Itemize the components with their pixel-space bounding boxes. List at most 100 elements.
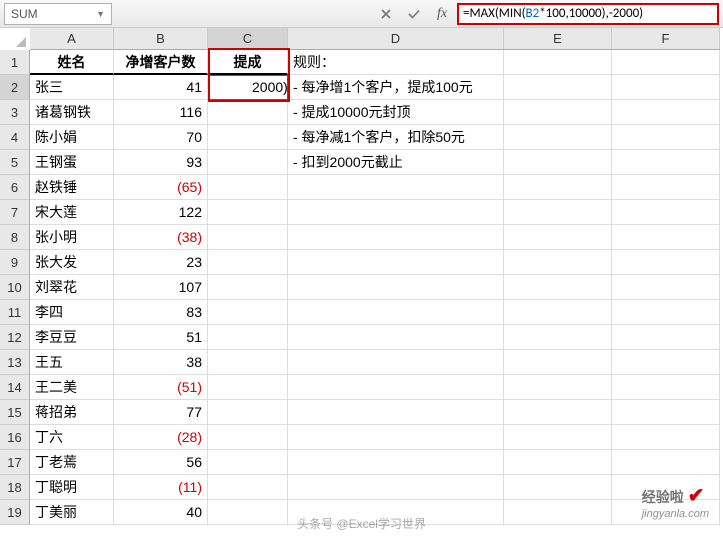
cell-f10[interactable] [612,275,720,300]
row-header-14[interactable]: 14 [0,375,30,400]
cell-name-17[interactable]: 丁老蔫 [30,450,114,475]
cell-bonus-17[interactable] [208,450,288,475]
fx-icon[interactable]: fx [429,6,455,22]
cell-bonus-16[interactable] [208,425,288,450]
cell-bonus-10[interactable] [208,275,288,300]
cell-name-18[interactable]: 丁聪明 [30,475,114,500]
cell-e19[interactable] [504,500,612,525]
row-header-5[interactable]: 5 [0,150,30,175]
cell-rule-13[interactable] [288,350,504,375]
cell-bonus-14[interactable] [208,375,288,400]
cell-bonus-3[interactable] [208,100,288,125]
cell-net-9[interactable]: 23 [114,250,208,275]
cell-rule-15[interactable] [288,400,504,425]
cell-name-15[interactable]: 蒋招弟 [30,400,114,425]
cell-f12[interactable] [612,325,720,350]
cell-rule-12[interactable] [288,325,504,350]
cell-f7[interactable] [612,200,720,225]
col-header-D[interactable]: D [288,28,504,50]
cancel-formula-icon[interactable] [373,3,399,25]
cell-net-8[interactable]: (38) [114,225,208,250]
cell-rule-16[interactable] [288,425,504,450]
cell-net-15[interactable]: 77 [114,400,208,425]
header-net[interactable]: 净增客户数 [114,50,208,75]
cell-net-2[interactable]: 41 [114,75,208,100]
cell-f9[interactable] [612,250,720,275]
cell-net-16[interactable]: (28) [114,425,208,450]
row-header-16[interactable]: 16 [0,425,30,450]
row-header-13[interactable]: 13 [0,350,30,375]
cell-net-4[interactable]: 70 [114,125,208,150]
cell-rule-7[interactable] [288,200,504,225]
formula-bar[interactable]: =MAX(MIN(B2*100,10000),-2000) [457,3,719,25]
cell-name-2[interactable]: 张三 [30,75,114,100]
cell-net-13[interactable]: 38 [114,350,208,375]
cell-rule-10[interactable] [288,275,504,300]
cell-rule-8[interactable] [288,225,504,250]
cell-f11[interactable] [612,300,720,325]
cell-net-19[interactable]: 40 [114,500,208,525]
row-header-8[interactable]: 8 [0,225,30,250]
cell-name-9[interactable]: 张大发 [30,250,114,275]
cell-f2[interactable] [612,75,720,100]
row-header-2[interactable]: 2 [0,75,30,100]
cell-e3[interactable] [504,100,612,125]
spreadsheet-grid[interactable]: A B C D E F 1234567891011121314151617181… [0,28,723,525]
cell-name-8[interactable]: 张小明 [30,225,114,250]
row-header-6[interactable]: 6 [0,175,30,200]
col-header-C[interactable]: C [208,28,288,50]
header-name[interactable]: 姓名 [30,50,114,75]
cell-e11[interactable] [504,300,612,325]
cell-bonus-18[interactable] [208,475,288,500]
cell-e14[interactable] [504,375,612,400]
row-header-18[interactable]: 18 [0,475,30,500]
cell-net-18[interactable]: (11) [114,475,208,500]
cell-f8[interactable] [612,225,720,250]
cell-e8[interactable] [504,225,612,250]
cell-name-14[interactable]: 王二美 [30,375,114,400]
accept-formula-icon[interactable] [401,3,427,25]
cell-e7[interactable] [504,200,612,225]
cell-e13[interactable] [504,350,612,375]
cell-rule-4[interactable]: - 每净减1个客户，扣除50元 [288,125,504,150]
cell-rule-3[interactable]: - 提成10000元封顶 [288,100,504,125]
cell-f4[interactable] [612,125,720,150]
cell-f3[interactable] [612,100,720,125]
cell-rule-14[interactable] [288,375,504,400]
row-header-4[interactable]: 4 [0,125,30,150]
cell-name-7[interactable]: 宋大莲 [30,200,114,225]
col-header-E[interactable]: E [504,28,612,50]
col-header-B[interactable]: B [114,28,208,50]
cell-rule-9[interactable] [288,250,504,275]
header-rules[interactable]: 规则： [288,50,504,75]
cell-bonus-8[interactable] [208,225,288,250]
cell-rule-11[interactable] [288,300,504,325]
cell-bonus-15[interactable] [208,400,288,425]
cell-e9[interactable] [504,250,612,275]
cell-bonus-9[interactable] [208,250,288,275]
cell-f5[interactable] [612,150,720,175]
cell-name-6[interactable]: 赵铁锤 [30,175,114,200]
cell-bonus-13[interactable] [208,350,288,375]
cell-name-11[interactable]: 李四 [30,300,114,325]
cell-e10[interactable] [504,275,612,300]
cell-bonus-12[interactable] [208,325,288,350]
cell-name-5[interactable]: 王钢蛋 [30,150,114,175]
cell-bonus-11[interactable] [208,300,288,325]
cell-f13[interactable] [612,350,720,375]
cell-net-6[interactable]: (65) [114,175,208,200]
cell-e16[interactable] [504,425,612,450]
cell-name-10[interactable]: 刘翠花 [30,275,114,300]
cell-rule-2[interactable]: - 每净增1个客户，提成100元 [288,75,504,100]
row-header-10[interactable]: 10 [0,275,30,300]
cell-name-13[interactable]: 王五 [30,350,114,375]
row-header-9[interactable]: 9 [0,250,30,275]
row-header-7[interactable]: 7 [0,200,30,225]
cell-e15[interactable] [504,400,612,425]
cell-bonus-6[interactable] [208,175,288,200]
cell-f1[interactable] [612,50,720,75]
col-header-A[interactable]: A [30,28,114,50]
row-header-11[interactable]: 11 [0,300,30,325]
cell-name-4[interactable]: 陈小娟 [30,125,114,150]
cell-net-10[interactable]: 107 [114,275,208,300]
